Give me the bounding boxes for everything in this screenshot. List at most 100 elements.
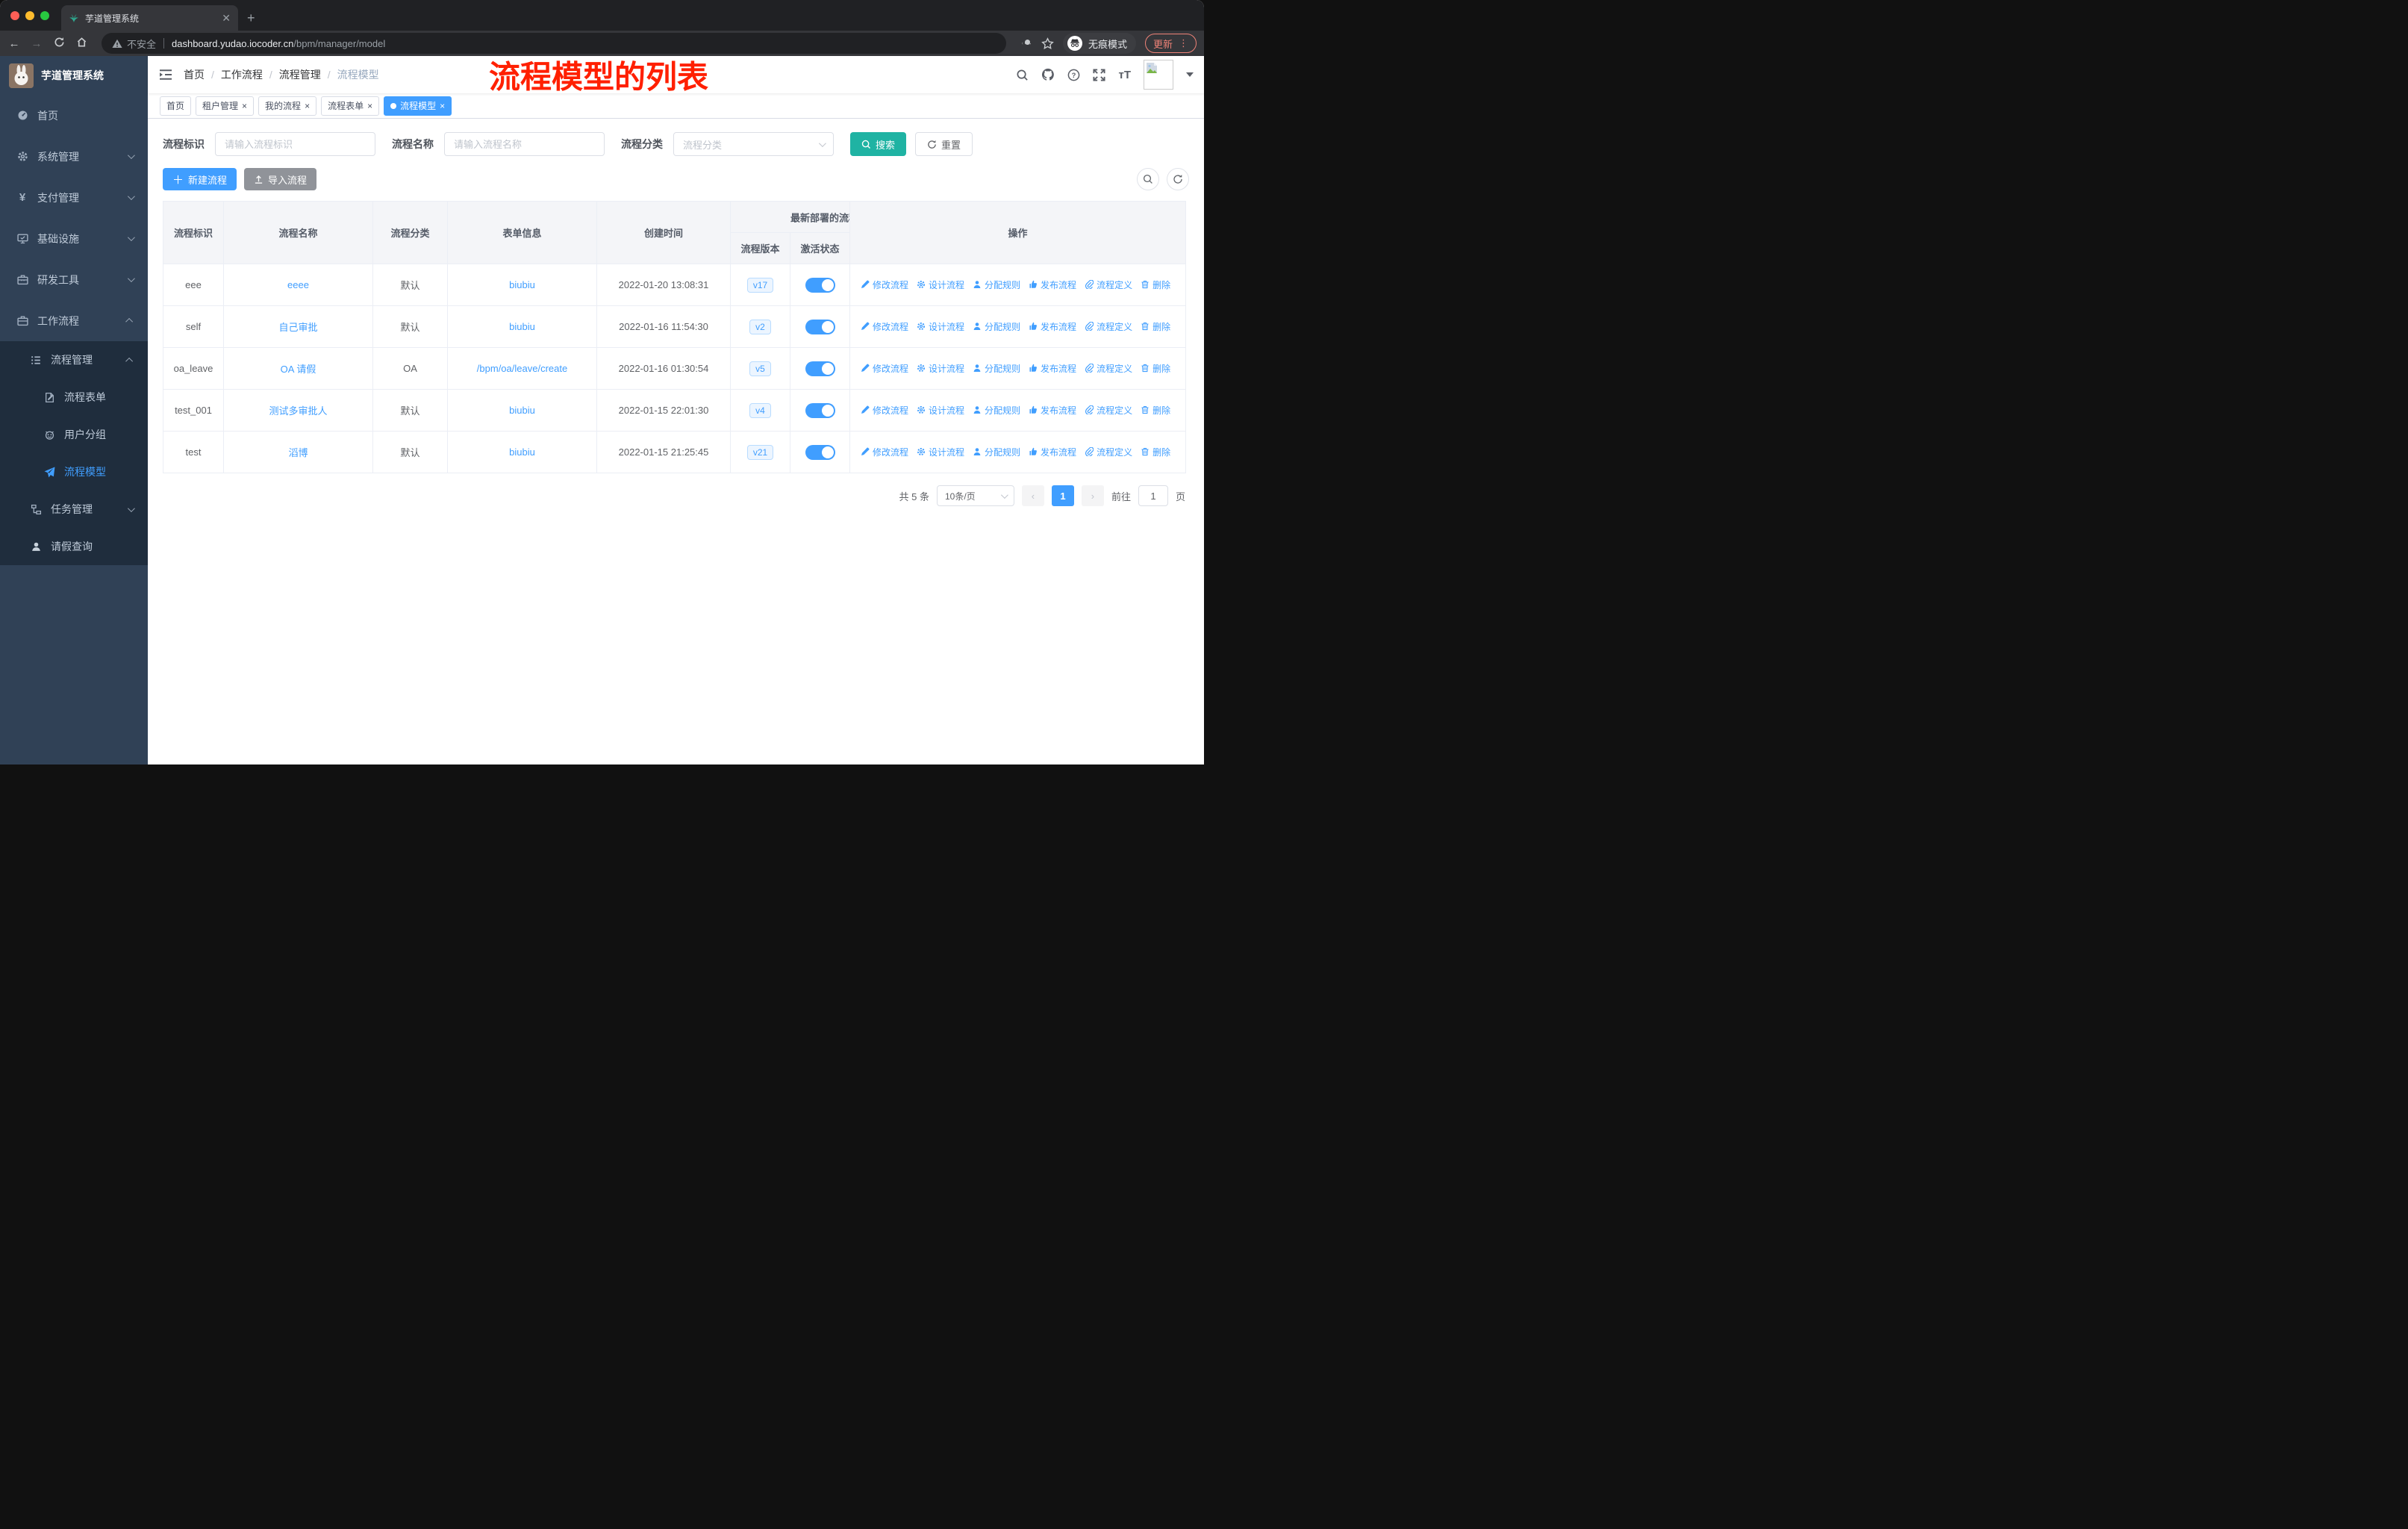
action-design-link[interactable]: 设计流程 (917, 320, 964, 333)
tag-home[interactable]: 首页 (160, 96, 192, 116)
close-window-button[interactable] (10, 10, 19, 20)
fullscreen-window-button[interactable] (40, 10, 49, 20)
process-key-input[interactable] (215, 132, 375, 156)
action-deploy-link[interactable]: 发布流程 (1029, 278, 1076, 291)
browser-update-button[interactable]: 更新 ⋮ (1144, 34, 1197, 53)
form-info-link[interactable]: biubiu (509, 279, 535, 290)
process-name-link[interactable]: OA 请假 (281, 364, 316, 375)
sidebar-item-payment[interactable]: ¥ 支付管理 (0, 177, 148, 218)
address-bar[interactable]: 不安全 dashboard.yudao.iocoder.cn/bpm/manag… (102, 33, 1006, 54)
action-definition-link[interactable]: 流程定义 (1085, 404, 1132, 417)
minimize-window-button[interactable] (25, 10, 34, 20)
process-name-link[interactable]: eeee (287, 279, 309, 290)
close-icon[interactable]: × (440, 102, 445, 110)
tag-process-form[interactable]: 流程表单 × (321, 96, 380, 116)
category-select[interactable]: 流程分类 (673, 132, 834, 156)
back-icon[interactable]: ← (7, 37, 21, 50)
breadcrumb-process-mgmt[interactable]: 流程管理 (279, 67, 321, 82)
action-deploy-link[interactable]: 发布流程 (1029, 320, 1076, 333)
sidebar-item-process-form[interactable]: 流程表单 (0, 379, 148, 416)
toggle-search-button[interactable] (1137, 168, 1159, 190)
action-design-link[interactable]: 设计流程 (917, 278, 964, 291)
close-icon[interactable]: × (305, 102, 310, 110)
fullscreen-icon[interactable] (1093, 68, 1106, 81)
action-modify-link[interactable]: 修改流程 (861, 278, 908, 291)
tag-my-process[interactable]: 我的流程 × (258, 96, 317, 116)
action-delete-link[interactable]: 删除 (1141, 446, 1170, 458)
action-definition-link[interactable]: 流程定义 (1085, 320, 1132, 333)
sidebar-item-leave-query[interactable]: 请假查询 (0, 528, 148, 565)
sidebar-item-system[interactable]: 系统管理 (0, 136, 148, 177)
form-info-link[interactable]: biubiu (509, 405, 535, 416)
breadcrumb-workflow[interactable]: 工作流程 (221, 67, 263, 82)
sidebar-collapse-icon[interactable] (158, 67, 173, 82)
goto-page-input[interactable] (1138, 485, 1168, 506)
form-info-link[interactable]: /bpm/oa/leave/create (477, 363, 567, 374)
sidebar-logo[interactable]: 芋道管理系统 (0, 56, 148, 95)
process-name-link[interactable]: 自己审批 (278, 322, 317, 333)
action-deploy-link[interactable]: 发布流程 (1029, 446, 1076, 458)
action-definition-link[interactable]: 流程定义 (1085, 446, 1132, 458)
action-deploy-link[interactable]: 发布流程 (1029, 404, 1076, 417)
tag-tenant-mgmt[interactable]: 租户管理 × (196, 96, 255, 116)
close-icon[interactable]: × (367, 102, 372, 110)
next-page-button[interactable]: › (1081, 485, 1104, 506)
github-icon[interactable] (1041, 68, 1055, 81)
password-key-icon[interactable] (1020, 37, 1032, 50)
reload-icon[interactable] (52, 37, 66, 51)
sidebar-item-home[interactable]: 首页 (0, 95, 148, 136)
action-assign-link[interactable]: 分配规则 (973, 278, 1020, 291)
sidebar-item-devtools[interactable]: 研发工具 (0, 259, 148, 300)
action-modify-link[interactable]: 修改流程 (861, 446, 908, 458)
action-design-link[interactable]: 设计流程 (917, 362, 964, 375)
action-deploy-link[interactable]: 发布流程 (1029, 362, 1076, 375)
active-toggle[interactable] (805, 402, 835, 418)
action-delete-link[interactable]: 删除 (1141, 404, 1170, 417)
action-assign-link[interactable]: 分配规则 (973, 320, 1020, 333)
font-size-icon[interactable]: тT (1118, 69, 1131, 81)
action-assign-link[interactable]: 分配规则 (973, 404, 1020, 417)
import-process-button[interactable]: 导入流程 (244, 168, 317, 190)
active-toggle[interactable] (805, 361, 835, 376)
sidebar-item-workflow[interactable]: 工作流程 (0, 300, 148, 341)
action-definition-link[interactable]: 流程定义 (1085, 362, 1132, 375)
tab-close-icon[interactable]: ✕ (222, 12, 231, 25)
tag-process-model[interactable]: 流程模型 × (384, 96, 452, 116)
action-modify-link[interactable]: 修改流程 (861, 404, 908, 417)
action-delete-link[interactable]: 删除 (1141, 362, 1170, 375)
action-modify-link[interactable]: 修改流程 (861, 320, 908, 333)
action-design-link[interactable]: 设计流程 (917, 404, 964, 417)
active-toggle[interactable] (805, 277, 835, 293)
sidebar-item-user-group[interactable]: 用户分组 (0, 416, 148, 453)
sidebar-item-process-model[interactable]: 流程模型 (0, 453, 148, 491)
home-icon[interactable] (75, 37, 88, 51)
help-icon[interactable]: ? (1067, 69, 1080, 81)
form-info-link[interactable]: biubiu (509, 321, 535, 332)
refresh-table-button[interactable] (1167, 168, 1189, 190)
new-tab-button[interactable]: + (247, 10, 255, 26)
action-assign-link[interactable]: 分配规则 (973, 446, 1020, 458)
security-warning[interactable]: 不安全 (112, 37, 156, 51)
sidebar-item-task-mgmt[interactable]: 任务管理 (0, 491, 148, 528)
form-info-link[interactable]: biubiu (509, 446, 535, 458)
close-icon[interactable]: × (242, 102, 247, 110)
reset-button[interactable]: 重置 (915, 132, 973, 156)
sidebar-item-infra[interactable]: 基础设施 (0, 218, 148, 259)
forward-icon[interactable]: → (30, 37, 43, 50)
action-delete-link[interactable]: 删除 (1141, 320, 1170, 333)
process-name-link[interactable]: 滔博 (288, 447, 308, 458)
prev-page-button[interactable]: ‹ (1021, 485, 1044, 506)
process-name-input[interactable] (444, 132, 605, 156)
bookmark-star-icon[interactable] (1041, 37, 1054, 50)
action-design-link[interactable]: 设计流程 (917, 446, 964, 458)
action-delete-link[interactable]: 删除 (1141, 278, 1170, 291)
action-definition-link[interactable]: 流程定义 (1085, 278, 1132, 291)
sidebar-item-process-mgmt[interactable]: 流程管理 (0, 341, 148, 379)
active-toggle[interactable] (805, 444, 835, 460)
page-number-button[interactable]: 1 (1051, 485, 1074, 506)
action-modify-link[interactable]: 修改流程 (861, 362, 908, 375)
process-name-link[interactable]: 测试多审批人 (269, 405, 327, 417)
create-process-button[interactable]: ＋ 新建流程 (163, 168, 237, 190)
search-button[interactable]: 搜索 (850, 132, 907, 156)
avatar[interactable] (1144, 60, 1173, 90)
